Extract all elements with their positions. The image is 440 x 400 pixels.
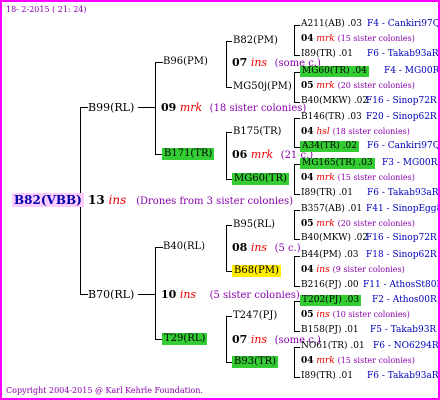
sire-sire-name: B96(PM) [163,56,208,67]
dam-mark: ins [179,288,197,301]
dam-dam-year: 07 [232,333,248,346]
sire-year: 09 [161,101,177,114]
dam-dam-mark: ins [250,333,268,346]
gen4-right: F4 - Cankiri97Q [367,19,440,29]
dam-sire-name: B40(RL) [163,241,206,252]
dam-sire-year: 08 [232,241,248,254]
copyright-footer: Copyright 2004-2015 @ Karl Kehrle Founda… [6,386,203,395]
gen4-mid: 05 mrk (20 sister colonies) [301,81,415,91]
gen4-left: I89(TR) .01 [301,49,353,59]
gen4-mid: 04 mrk (15 sister colonies) [301,356,415,366]
gen4-left: B146(TR) .03 [301,112,362,122]
dam-dam-name: T29(RL) [162,333,208,345]
dam-year: 10 [161,288,177,301]
sire-note: (18 sister colonies) [209,103,307,114]
gen4-right: F2 - Athos00R [372,295,437,305]
gen4-left: NO61(TR) .01 [301,341,365,351]
pedigree-chart: 18- 2-2015 ( 21: 24) Copyright 2004-2015… [0,0,440,400]
dam-name: B70(RL) [88,288,135,301]
gen3-node: B68(PM) [232,265,281,277]
dam-note: (5 sister colonies) [209,290,300,301]
gen3-node: MG50j(PM) [233,81,292,92]
gen4-right: F16 - Sinop72R [366,233,437,243]
queen-year: 13 [88,193,105,207]
gen4-right: F6 - Takab93aR [367,371,439,381]
gen4-left: A34(TR) .02 [300,141,359,152]
gen4-left: MG60(TR) .04 [300,66,369,77]
gen4-right: F41 - SinopEgg86R [366,204,438,214]
sire-mark: mrk [179,101,203,114]
gen4-right: F6 - Takab93aR [367,188,439,198]
gen3-node: B175(TR) [233,126,282,137]
dam-sire-info: 08 ins (5 c.) [232,241,301,255]
gen4-left: B40(MKW) .02 [301,96,369,106]
gen4-mid: 05 mrk (20 sister colonies) [301,219,415,229]
print-date: 18- 2-2015 ( 21: 24) [6,5,87,14]
gen4-left: B40(MKW) .02 [301,233,369,243]
gen4-mid: 04 mrk (15 sister colonies) [301,173,415,183]
queen-note: (Drones from 3 sister colonies) [136,196,293,207]
gen4-right: F16 - Sinop72R [366,96,437,106]
gen4-mid: 05 ins (10 sister colonies) [301,310,410,320]
gen4-mid: 04 hsl (18 sister colonies) [301,127,410,137]
sire-info: 09 mrk (18 sister colonies) [161,101,306,115]
gen4-left: B216(PJ) .00 [301,280,359,290]
gen4-left: I89(TR) .01 [301,371,353,381]
gen3-node: B82(PM) [233,35,278,46]
gen4-right: F18 - Sinop62R [366,250,437,260]
gen4-right: F3 - MG00R [382,158,438,168]
gen4-left: B158(PJ) .01 [301,325,359,335]
gen4-right: F4 - MG00R [384,66,440,76]
sire-name: B99(RL) [88,101,135,114]
gen4-left: T202(PJ) .03 [300,295,362,306]
gen4-right: F20 - Sinop62R [366,112,437,122]
sire-dam-name: B171(TR) [162,148,215,160]
gen4-right: F6 - NO6294R [373,341,439,351]
sire-sire-year: 07 [232,56,248,69]
gen3-node: B95(RL) [233,219,276,230]
gen4-left: MG165(TR) .03 [300,158,375,169]
sire-sire-mark: ins [250,56,268,69]
sire-dam-mark: mrk [250,148,274,161]
queen-name: B82(VBB) [12,193,84,207]
gen3-node: MG60(TR) [232,173,289,185]
gen4-right: F11 - AthosSt80R [363,280,440,290]
gen4-right: F6 - Takab93aR [367,49,439,59]
gen4-left: B44(PM) .03 [301,250,359,260]
gen3-node: T247(PJ) [233,310,278,321]
queen-info: 13 ins (Drones from 3 sister colonies) [88,193,293,208]
gen4-right: F5 - Takab93R [370,325,437,335]
sire-dam-year: 06 [232,148,248,161]
dam-sire-mark: ins [250,241,268,254]
dam-sire-note: (5 c.) [274,243,301,254]
gen4-right: F6 - Cankiri97Q [367,141,440,151]
gen3-node: B93(TR) [232,356,279,368]
dam-info: 10 ins (5 sister colonies) [161,288,300,302]
gen4-mid: 04 ins (9 sister colonies) [301,265,405,275]
gen4-left: A211(AB) .03 [301,19,362,29]
gen4-mid: 04 mrk (15 sister colonies) [301,34,415,44]
gen4-left: B357(AB) .01 [301,204,363,214]
queen-mark: ins [108,193,127,207]
gen4-left: I89(TR) .01 [301,188,353,198]
